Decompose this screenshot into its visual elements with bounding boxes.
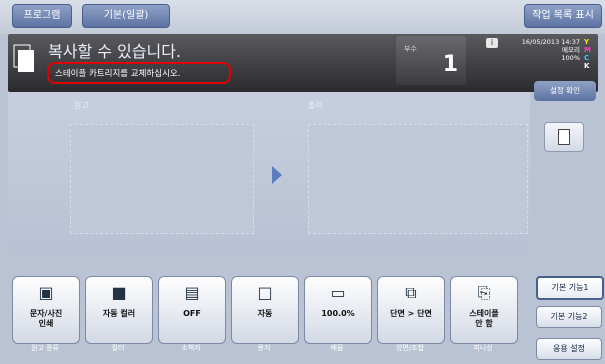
duplex-button[interactable]: ⧉ 단면 > 단면	[377, 276, 445, 344]
tab-basic[interactable]: 기본(일괄)	[82, 4, 170, 28]
toner-levels: Y M C K	[584, 38, 591, 70]
button-label: 자동	[257, 309, 273, 318]
count-label: 부수	[404, 45, 417, 53]
toner-y: Y	[584, 38, 590, 46]
color-button[interactable]: ■ 자동 컬러	[85, 276, 153, 344]
button-caption: 피니싱	[473, 344, 493, 352]
paper-button[interactable]: □ 자동	[231, 276, 299, 344]
booklet-icon: ▤	[184, 283, 200, 302]
application-settings-button[interactable]: 응용 설정	[536, 338, 602, 360]
paper-icon: □	[257, 283, 273, 302]
button-caption: 양면/조합	[395, 344, 425, 352]
staple-icon: ⎘	[477, 283, 491, 302]
original-type-button[interactable]: ▣ 문자/사진 인쇄	[12, 276, 80, 344]
basic-function1-button[interactable]: 기본 기능1	[536, 276, 604, 300]
tab-program[interactable]: 프로그램	[12, 4, 72, 28]
zoom-icon: ▭	[330, 283, 346, 302]
original-label: 원고	[74, 101, 89, 110]
datetime: 16/05/2013 14:37 메모리 100%	[518, 38, 580, 62]
button-label: 단면 > 단면	[390, 309, 432, 318]
button-label: 문자/사진 인쇄	[29, 309, 63, 328]
status-main-text: 복사할 수 있습니다.	[48, 42, 182, 61]
toner-k: K	[584, 62, 590, 70]
button-caption: 원고 종류	[31, 344, 59, 352]
memory-label: 메모리	[562, 46, 580, 54]
button-caption: 배율	[330, 344, 344, 352]
count-value: 1	[442, 52, 458, 77]
staple-warning: 스테이플 카트리지를 교체하십시오.	[47, 62, 231, 84]
preview-page-button[interactable]	[544, 122, 584, 152]
job-list-button[interactable]: 작업 목록 표시	[524, 4, 602, 28]
status-message-bar: 복사할 수 있습니다. 스테이플 카트리지를 교체하십시오. 부수 1 i 16…	[8, 34, 598, 92]
output-panel	[308, 124, 528, 234]
memory-percent: 100%	[561, 54, 580, 62]
document-type-icon: ▣	[38, 283, 54, 302]
original-panel	[70, 124, 254, 234]
right-arrow-icon	[272, 166, 282, 184]
button-label: 스테이플 안 함	[469, 309, 499, 328]
button-caption: 용지	[257, 344, 271, 352]
output-label: 출력	[308, 101, 323, 110]
button-caption: 컬러	[111, 344, 125, 352]
zoom-button[interactable]: ▭ 100.0%	[304, 276, 372, 344]
preview-area: 원고 출력	[8, 92, 530, 252]
copy-count[interactable]: 부수 1	[396, 36, 466, 85]
button-label: 100.0%	[321, 309, 355, 318]
basic-function2-button[interactable]: 기본 기능2	[536, 306, 602, 328]
datetime-value: 16/05/2013 14:37	[521, 38, 580, 46]
duplex-icon: ⧉	[405, 283, 417, 302]
button-caption: 소책자	[181, 344, 201, 352]
finishing-button[interactable]: ⎘ 스테이플 안 함	[450, 276, 518, 344]
booklet-button[interactable]: ▤ OFF	[158, 276, 226, 344]
color-icon: ■	[111, 283, 127, 302]
toner-c: C	[584, 54, 590, 62]
settings-confirm-button[interactable]: 설정 확인	[534, 81, 596, 101]
button-label: 자동 컬러	[102, 309, 136, 318]
copy-icon	[13, 44, 34, 72]
toner-m: M	[584, 46, 591, 54]
button-label: OFF	[183, 309, 201, 318]
page-icon	[558, 129, 570, 145]
info-icon[interactable]: i	[486, 38, 498, 48]
